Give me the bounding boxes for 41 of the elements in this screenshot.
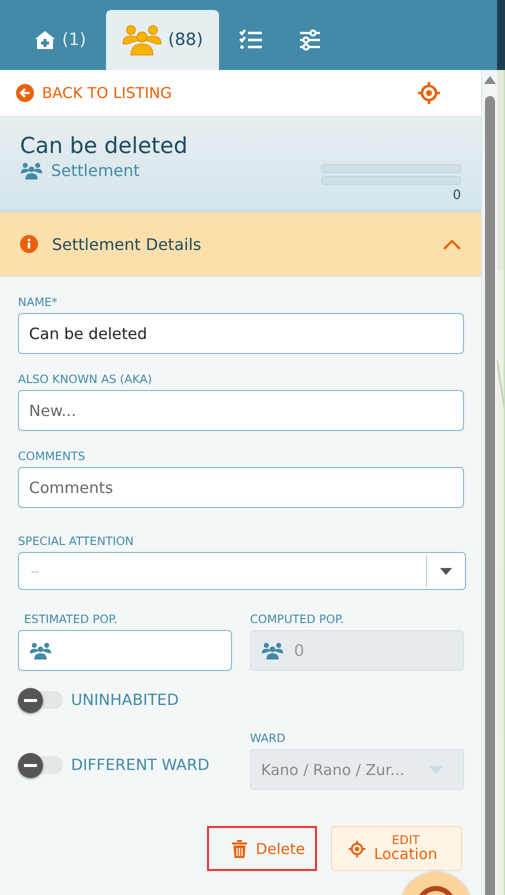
chevron-icon — [443, 238, 461, 250]
field-label: ALSO KNOWN AS (AKA) — [18, 372, 153, 386]
population-field[interactable] — [18, 630, 232, 671]
population-field: 0 — [250, 630, 464, 671]
people-icon — [261, 642, 284, 660]
field-label: WARD — [250, 731, 286, 745]
dropdown-icon — [429, 766, 443, 774]
section-header[interactable]: Settlement Details — [0, 212, 481, 277]
scrollbar-thumb[interactable] — [484, 96, 495, 895]
toggle-label: DIFFERENT WARD — [71, 756, 210, 774]
toggle-label: UNINHABITED — [71, 691, 179, 709]
field-label: ESTIMATED POP. — [23, 612, 118, 626]
sliders-icon — [299, 29, 321, 51]
tab[interactable]: (88) — [106, 10, 219, 70]
delete-button[interactable]: Delete — [207, 826, 317, 871]
scroll-up-icon[interactable] — [484, 76, 496, 84]
field-label: COMPUTED POP. — [250, 612, 345, 626]
field-label: SPECIAL ATTENTION — [18, 534, 135, 548]
people-icon — [29, 642, 52, 660]
select-field[interactable]: -- — [18, 552, 466, 590]
locate-icon[interactable] — [417, 81, 441, 105]
checklist-icon — [239, 29, 263, 51]
people-icon — [122, 24, 162, 56]
people-icon — [20, 162, 43, 180]
field-label: NAME* — [18, 295, 58, 309]
input-field[interactable]: Comments — [18, 467, 464, 508]
back-link[interactable]: BACK TO LISTING — [16, 84, 172, 102]
input-field[interactable]: New... — [18, 390, 464, 431]
house-icon — [34, 29, 56, 51]
settlement-title: Can be deleted — [20, 134, 188, 159]
info-icon — [20, 235, 38, 253]
tab[interactable]: (1) — [18, 10, 102, 70]
field-label: COMMENTS — [18, 449, 86, 463]
progress-count: 0 — [452, 188, 461, 203]
settlement-type: Settlement — [51, 161, 140, 180]
edit-location-button[interactable]: EDIT Location — [331, 826, 462, 871]
dropdown-icon — [440, 568, 452, 574]
input-field[interactable]: Can be deleted — [18, 313, 464, 354]
locate-icon — [348, 840, 366, 858]
trash-icon — [232, 840, 247, 858]
ward-select: Kano / Rano / Zur... — [250, 749, 464, 790]
